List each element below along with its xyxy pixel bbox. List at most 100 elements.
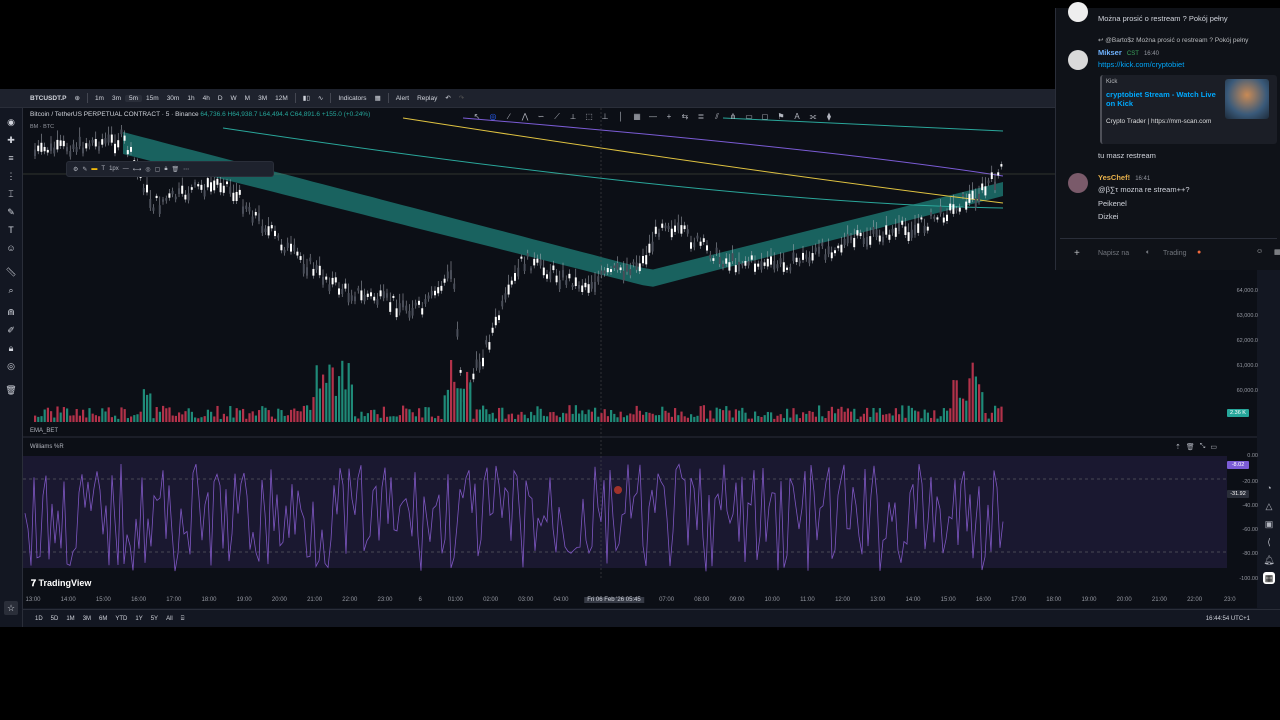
add-symbol-icon[interactable]: ⊕ (70, 94, 83, 102)
interval-5m[interactable]: 5m (125, 94, 143, 102)
interval-12m[interactable]: 12M (271, 95, 292, 102)
rect-tool-icon[interactable]: ⬚ (582, 110, 596, 124)
interval-30m[interactable]: 30m (163, 95, 184, 102)
smile-icon[interactable]: ☺ (5, 242, 17, 254)
interval-d[interactable]: D (214, 95, 227, 102)
grid-tool-icon[interactable]: ▦ (630, 110, 644, 124)
fib-tool-icon[interactable]: ≣ (694, 110, 708, 124)
notifications-icon[interactable]: 🔔︎ (1263, 554, 1275, 566)
range-5y[interactable]: 5Y (147, 616, 162, 622)
template-icon[interactable]: ▢ (155, 166, 161, 173)
symbol-search[interactable]: BTCUSDT.P (26, 95, 70, 102)
curve-tool-icon[interactable]: ∽ (534, 110, 548, 124)
clock[interactable]: 16:44:54 UTC+1 (1206, 616, 1250, 622)
time-axis[interactable]: 13:00 14:00 15:00 16:00 17:00 18:00 19:00 20:00… (23, 594, 1257, 608)
undo-icon[interactable]: ↶ (441, 94, 454, 102)
crosshair-icon[interactable]: ✚ (5, 134, 17, 146)
delete-icon[interactable]: 🗑︎ (172, 166, 180, 173)
settings-icon[interactable]: ⚙ (73, 166, 78, 173)
layout-icon[interactable]: ▦ (371, 94, 385, 102)
apps-icon[interactable]: ▦ (1274, 248, 1280, 256)
arrow-icon[interactable]: ↖ (470, 110, 484, 124)
plus-icon[interactable]: + (1074, 248, 1080, 259)
target-icon[interactable]: ◎ (145, 166, 150, 173)
channel-tool-icon[interactable]: ⫽ (710, 110, 724, 124)
magnet-icon[interactable]: ⋒ (5, 306, 17, 318)
line-tool-icon[interactable]: ∕ (502, 110, 516, 124)
interval-3m[interactable]: 3m (108, 95, 125, 102)
lock-draw-icon[interactable]: 🔒︎ (164, 166, 167, 173)
range-all[interactable]: All (162, 616, 177, 622)
username[interactable]: Mikser (1098, 48, 1122, 57)
stream-icon[interactable]: ⟨ (1263, 536, 1275, 548)
circle-tool-icon[interactable]: ◎ (486, 110, 500, 124)
date-range-icon[interactable]: ⌸ (177, 616, 189, 623)
cursor-icon[interactable]: ◉ (5, 116, 17, 128)
interval-w[interactable]: W (227, 95, 241, 102)
pitch-tool-icon[interactable]: ⋔ (726, 110, 740, 124)
alerts-icon[interactable]: △ (1263, 500, 1275, 512)
ray-tool-icon[interactable]: ⟋ (550, 110, 564, 124)
text-style-icon[interactable]: T (101, 166, 105, 172)
interval-4h[interactable]: 4h (199, 95, 214, 102)
range-6m[interactable]: 6M (95, 616, 111, 622)
range-1m[interactable]: 1M (62, 616, 78, 622)
range-ytd[interactable]: YTD (111, 616, 131, 622)
path-tool-icon[interactable]: ⋀ (518, 110, 532, 124)
chat-link[interactable]: https://kick.com/cryptobiet (1098, 60, 1184, 69)
brush-icon[interactable]: ✎ (5, 206, 17, 218)
trash-icon[interactable]: 🗑︎ (5, 384, 17, 396)
ruler-icon[interactable]: 📏︎ (5, 266, 17, 278)
range-1d[interactable]: 1D (31, 616, 47, 622)
flag-tool-icon[interactable]: ⚑ (774, 110, 788, 124)
indicators-button[interactable]: Indicators (334, 95, 370, 102)
lock-icon[interactable]: 🔒︎ (5, 342, 17, 354)
pencil-lock-icon[interactable]: ✐ (5, 324, 17, 336)
pattern-tool-icon[interactable]: ⧫ (822, 110, 836, 124)
text-tool-icon[interactable]: A (790, 110, 804, 124)
note-tool-icon[interactable]: ▭ (742, 110, 756, 124)
range-3m[interactable]: 3M (79, 616, 95, 622)
cross-tool-icon[interactable]: + (662, 110, 676, 124)
line-ends-icon[interactable]: ⟷ (133, 166, 142, 173)
eye-icon[interactable]: ◎ (5, 360, 17, 372)
link-embed[interactable]: Kick cryptobiet Stream - Watch Live on K… (1100, 75, 1277, 144)
chat-input[interactable]: Napisz na (1098, 250, 1129, 257)
calendar-icon[interactable]: ▣ (1263, 518, 1275, 530)
interval-1h[interactable]: 1h (183, 95, 198, 102)
trend-line-icon[interactable]: ≡ (5, 152, 17, 164)
range-5d[interactable]: 5D (47, 616, 63, 622)
callout-tool-icon[interactable]: ◻ (758, 110, 772, 124)
style-icon[interactable]: — (123, 166, 129, 172)
delete-pane-icon[interactable]: 🗑︎ (1186, 443, 1195, 451)
alert-button[interactable]: Alert (392, 95, 413, 102)
hline2-tool-icon[interactable]: — (646, 110, 660, 124)
range-1y[interactable]: 1Y (131, 616, 146, 622)
redo-icon[interactable]: ↷ (455, 94, 468, 102)
emoji-icon[interactable]: ☺ (1256, 248, 1263, 255)
apps-icon[interactable]: ▦ (1263, 572, 1275, 584)
hline-tool-icon[interactable]: ⊥ (598, 110, 612, 124)
pen-icon[interactable]: ✎ (82, 166, 87, 173)
maximize-icon[interactable]: ▭ (1210, 443, 1217, 451)
interval-3m-range[interactable]: 3M (254, 95, 271, 102)
interval-1m[interactable]: 1m (91, 95, 108, 102)
embed-title[interactable]: cryptobiet Stream - Watch Live on Kick (1106, 90, 1226, 108)
watchlist-icon[interactable]: ◔ (1263, 482, 1275, 494)
gann-tool-icon[interactable]: ⟗ (806, 110, 820, 124)
color-icon[interactable]: ▬ (91, 166, 97, 172)
move-up-icon[interactable]: ⇡ (1175, 443, 1181, 451)
candle-type-icon[interactable]: ▮▯ (299, 94, 314, 102)
fib-icon[interactable]: ⋮ (5, 170, 17, 182)
username[interactable]: YesChef! (1098, 173, 1130, 182)
width-dropdown[interactable]: 1px (109, 166, 119, 172)
pattern-icon[interactable]: ⌶ (5, 188, 17, 200)
star-icon[interactable]: ☆ (4, 601, 18, 615)
extend-tool-icon[interactable]: ⇆ (678, 110, 692, 124)
text-icon[interactable]: T (5, 224, 17, 236)
measure-tool-icon[interactable]: ⟂ (566, 110, 580, 124)
compare-icon[interactable]: ∿ (314, 94, 327, 102)
collapse-icon[interactable]: ⤡ (1200, 443, 1206, 451)
interval-m[interactable]: M (241, 95, 254, 102)
zoom-icon[interactable]: ⌕ (5, 284, 17, 296)
